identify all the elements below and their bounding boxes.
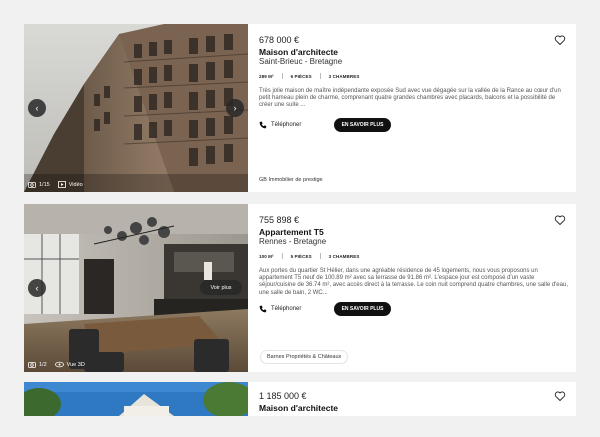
- spec-divider: [281, 73, 283, 79]
- listing-title[interactable]: Maison d'architecte: [259, 47, 338, 57]
- listing-location: Rennes - Bretagne: [259, 237, 327, 246]
- listing-description: Aux portes du quartier St Hélier, dans u…: [259, 268, 568, 296]
- learn-more-button[interactable]: EN SAVOIR PLUS: [334, 302, 391, 316]
- chevron-right-icon: ›: [233, 103, 237, 113]
- camera-icon: [28, 362, 36, 368]
- spec-divider: [281, 253, 283, 259]
- call-button[interactable]: Téléphoner: [259, 121, 301, 129]
- listing-title[interactable]: Maison d'architecte: [259, 403, 338, 413]
- previous-photo-button[interactable]: ‹: [28, 279, 46, 297]
- agency-name[interactable]: Barnes Propriétés & Châteaux: [260, 350, 349, 364]
- agency-name[interactable]: GB Immobilier de prestige: [259, 177, 323, 183]
- spec-rooms: 6 PIÈCES: [290, 73, 312, 79]
- photo-meta: 1/2 Vue 3D: [28, 361, 93, 368]
- listing-price: 678 000 €: [259, 35, 300, 45]
- call-label: Téléphoner: [271, 122, 302, 128]
- listing-card[interactable]: 1 185 000 € Maison d'architecte: [24, 382, 576, 416]
- spec-divider: [319, 253, 321, 259]
- listing-info: 678 000 € Maison d'architecte Saint-Brie…: [259, 24, 576, 192]
- listing-photo[interactable]: [24, 382, 248, 416]
- phone-icon: [259, 121, 267, 129]
- call-label: Téléphoner: [271, 306, 302, 312]
- listing-card[interactable]: ‹ Voir plus 1/2 Vue 3D 755 898 € Apparte…: [24, 204, 576, 372]
- listing-specs: 100 M² 5 PIÈCES 3 CHAMBRES: [259, 253, 359, 259]
- house-photo: [24, 382, 248, 416]
- listing-location: Saint-Brieuc - Bretagne: [259, 57, 343, 66]
- listing-price: 755 898 €: [259, 215, 300, 225]
- listing-info: 755 898 € Appartement T5 Rennes - Bretag…: [259, 204, 576, 372]
- learn-more-button[interactable]: EN SAVOIR PLUS: [334, 118, 391, 132]
- listing-description: Très jolie maison de maître indépendante…: [259, 88, 561, 109]
- camera-icon: [28, 182, 36, 188]
- video-link[interactable]: Vidéo: [57, 181, 83, 188]
- listing-info: 1 185 000 € Maison d'architecte: [259, 382, 576, 416]
- listing-photo[interactable]: ‹ › 1/15 Vidéo: [24, 24, 248, 192]
- chevron-left-icon: ‹: [35, 103, 39, 113]
- listing-card[interactable]: ‹ › 1/15 Vidéo 678 000 € Maison d'archit…: [24, 24, 576, 192]
- spec-area: 289 M²: [259, 73, 274, 79]
- call-button[interactable]: Téléphoner: [259, 305, 301, 313]
- listing-title[interactable]: Appartement T5: [259, 227, 324, 237]
- spec-bedrooms: 3 CHAMBRES: [328, 73, 360, 79]
- favorite-heart-icon[interactable]: [554, 390, 566, 402]
- spec-area: 100 M²: [259, 253, 274, 259]
- spec-rooms: 5 PIÈCES: [290, 253, 312, 259]
- photo-count: 1/2: [28, 361, 47, 368]
- see-more-button[interactable]: Voir plus: [200, 280, 242, 295]
- listing-price: 1 185 000 €: [259, 391, 307, 401]
- next-photo-button[interactable]: ›: [226, 99, 244, 117]
- video-icon: [57, 181, 66, 188]
- favorite-heart-icon[interactable]: [554, 34, 566, 46]
- phone-icon: [259, 305, 267, 313]
- listing-photo[interactable]: ‹ Voir plus 1/2 Vue 3D: [24, 204, 248, 372]
- 3d-view-icon: [54, 361, 64, 368]
- photo-count: 1/15: [28, 181, 50, 188]
- listing-specs: 289 M² 6 PIÈCES 3 CHAMBRES: [259, 73, 359, 79]
- building-photo: [24, 24, 248, 192]
- photo-meta: 1/15 Vidéo: [28, 181, 91, 188]
- spec-bedrooms: 3 CHAMBRES: [328, 253, 360, 259]
- spec-divider: [319, 73, 321, 79]
- chevron-left-icon: ‹: [35, 283, 39, 293]
- favorite-heart-icon[interactable]: [554, 214, 566, 226]
- virtual-tour-link[interactable]: Vue 3D: [54, 361, 85, 368]
- previous-photo-button[interactable]: ‹: [28, 99, 46, 117]
